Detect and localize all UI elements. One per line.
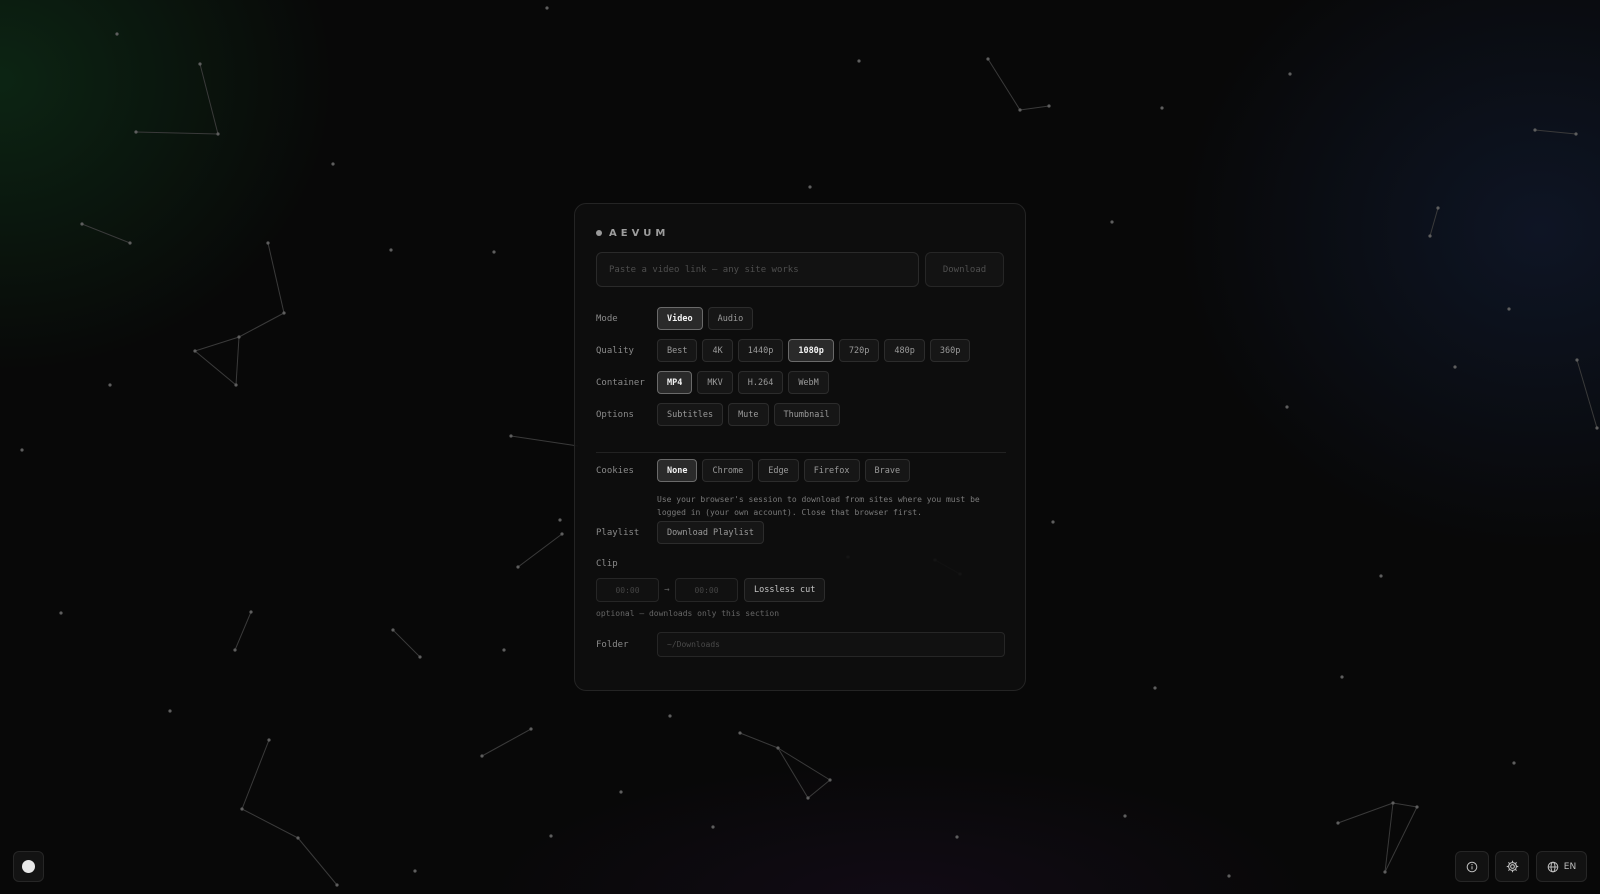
brand-name: AEVUM xyxy=(609,227,670,239)
cookies-option-none[interactable]: None xyxy=(657,459,698,482)
options-toggles: Subtitles Mute Thumbnail xyxy=(657,403,845,426)
mode-row: Mode Video Audio xyxy=(596,307,758,330)
quality-option-1440p[interactable]: 1440p xyxy=(737,339,784,362)
quality-option-1080p[interactable]: 1080p xyxy=(788,339,834,362)
lossless-cut-toggle[interactable]: Lossless cut xyxy=(744,578,826,602)
container-option-mkv[interactable]: MKV xyxy=(697,371,733,394)
folder-input[interactable]: ~/Downloads xyxy=(657,632,1005,657)
mode-options: Video Audio xyxy=(657,307,758,330)
cookies-option-chrome[interactable]: Chrome xyxy=(702,459,754,482)
gear-icon xyxy=(1506,860,1518,873)
mode-option-video[interactable]: Video xyxy=(657,307,703,330)
cookies-option-edge[interactable]: Edge xyxy=(758,459,799,482)
folder-label: Folder xyxy=(596,639,629,650)
options-row: Options Subtitles Mute Thumbnail xyxy=(596,403,845,426)
container-option-mp4[interactable]: MP4 xyxy=(657,371,693,394)
url-row: Download xyxy=(596,252,1004,287)
quality-label: Quality xyxy=(596,345,634,356)
container-row: Container MP4 MKV H.264 WebM xyxy=(596,371,834,394)
option-toggle-thumbnail[interactable]: Thumbnail xyxy=(773,403,840,426)
language-label: EN xyxy=(1563,861,1577,872)
info-icon xyxy=(1466,861,1478,872)
quality-option-best[interactable]: Best xyxy=(657,339,698,362)
mode-option-audio[interactable]: Audio xyxy=(707,307,754,330)
options-label: Options xyxy=(596,409,634,420)
clip-start-input[interactable]: 00:00 xyxy=(596,578,659,602)
quality-option-360p[interactable]: 360p xyxy=(929,339,971,362)
cookies-option-brave[interactable]: Brave xyxy=(864,459,911,482)
quality-option-480p[interactable]: 480p xyxy=(884,339,925,362)
quality-option-720p[interactable]: 720p xyxy=(838,339,880,362)
language-button[interactable]: EN xyxy=(1536,851,1587,882)
clip-arrow: → xyxy=(664,585,670,595)
cookies-label: Cookies xyxy=(596,465,634,476)
quality-row: Quality Best 4K 1440p 1080p 720p 480p 360p xyxy=(596,339,975,362)
playlist-row: Playlist Download Playlist xyxy=(596,521,769,544)
clip-label: Clip xyxy=(596,559,618,569)
container-options: MP4 MKV H.264 WebM xyxy=(657,371,834,394)
container-option-h-264[interactable]: H.264 xyxy=(737,371,784,394)
divider xyxy=(596,452,1006,453)
brand-dot-icon xyxy=(596,230,602,236)
downloader-panel: AEVUM Download Mode VideoAudio Quality B… xyxy=(574,203,1026,691)
cookies-hint: Use your browser's session to download f… xyxy=(657,495,980,517)
info-button[interactable] xyxy=(1455,851,1489,882)
theme-toggle-icon xyxy=(22,860,35,873)
quality-option-4k[interactable]: 4K xyxy=(702,339,733,362)
option-toggle-mute[interactable]: Mute xyxy=(728,403,769,426)
cookies-option-firefox[interactable]: Firefox xyxy=(803,459,860,482)
container-label: Container xyxy=(596,377,645,388)
download-button[interactable]: Download xyxy=(925,252,1004,287)
brand: AEVUM xyxy=(596,226,1004,240)
cookies-row: Cookies None Chrome Edge Firefox Brave xyxy=(596,459,915,482)
container-option-webm[interactable]: WebM xyxy=(788,371,829,394)
cookies-options: None Chrome Edge Firefox Brave xyxy=(657,459,915,482)
playlist-label: Playlist xyxy=(596,527,640,538)
option-toggle-subtitles[interactable]: Subtitles xyxy=(657,403,724,426)
settings-button[interactable] xyxy=(1495,851,1529,882)
folder-row: Folder ~/Downloads xyxy=(596,632,1005,657)
clip-row: 00:00 → 00:00 Lossless cut xyxy=(596,578,830,602)
url-input[interactable] xyxy=(596,252,919,287)
theme-toggle-button[interactable] xyxy=(13,851,44,882)
quality-options: Best 4K 1440p 1080p 720p 480p 360p xyxy=(657,339,975,362)
download-playlist-button[interactable]: Download Playlist xyxy=(657,521,764,544)
clip-end-input[interactable]: 00:00 xyxy=(675,578,738,602)
clip-note: optional — downloads only this section xyxy=(596,609,780,618)
globe-icon xyxy=(1547,861,1559,872)
mode-label: Mode xyxy=(596,313,618,324)
